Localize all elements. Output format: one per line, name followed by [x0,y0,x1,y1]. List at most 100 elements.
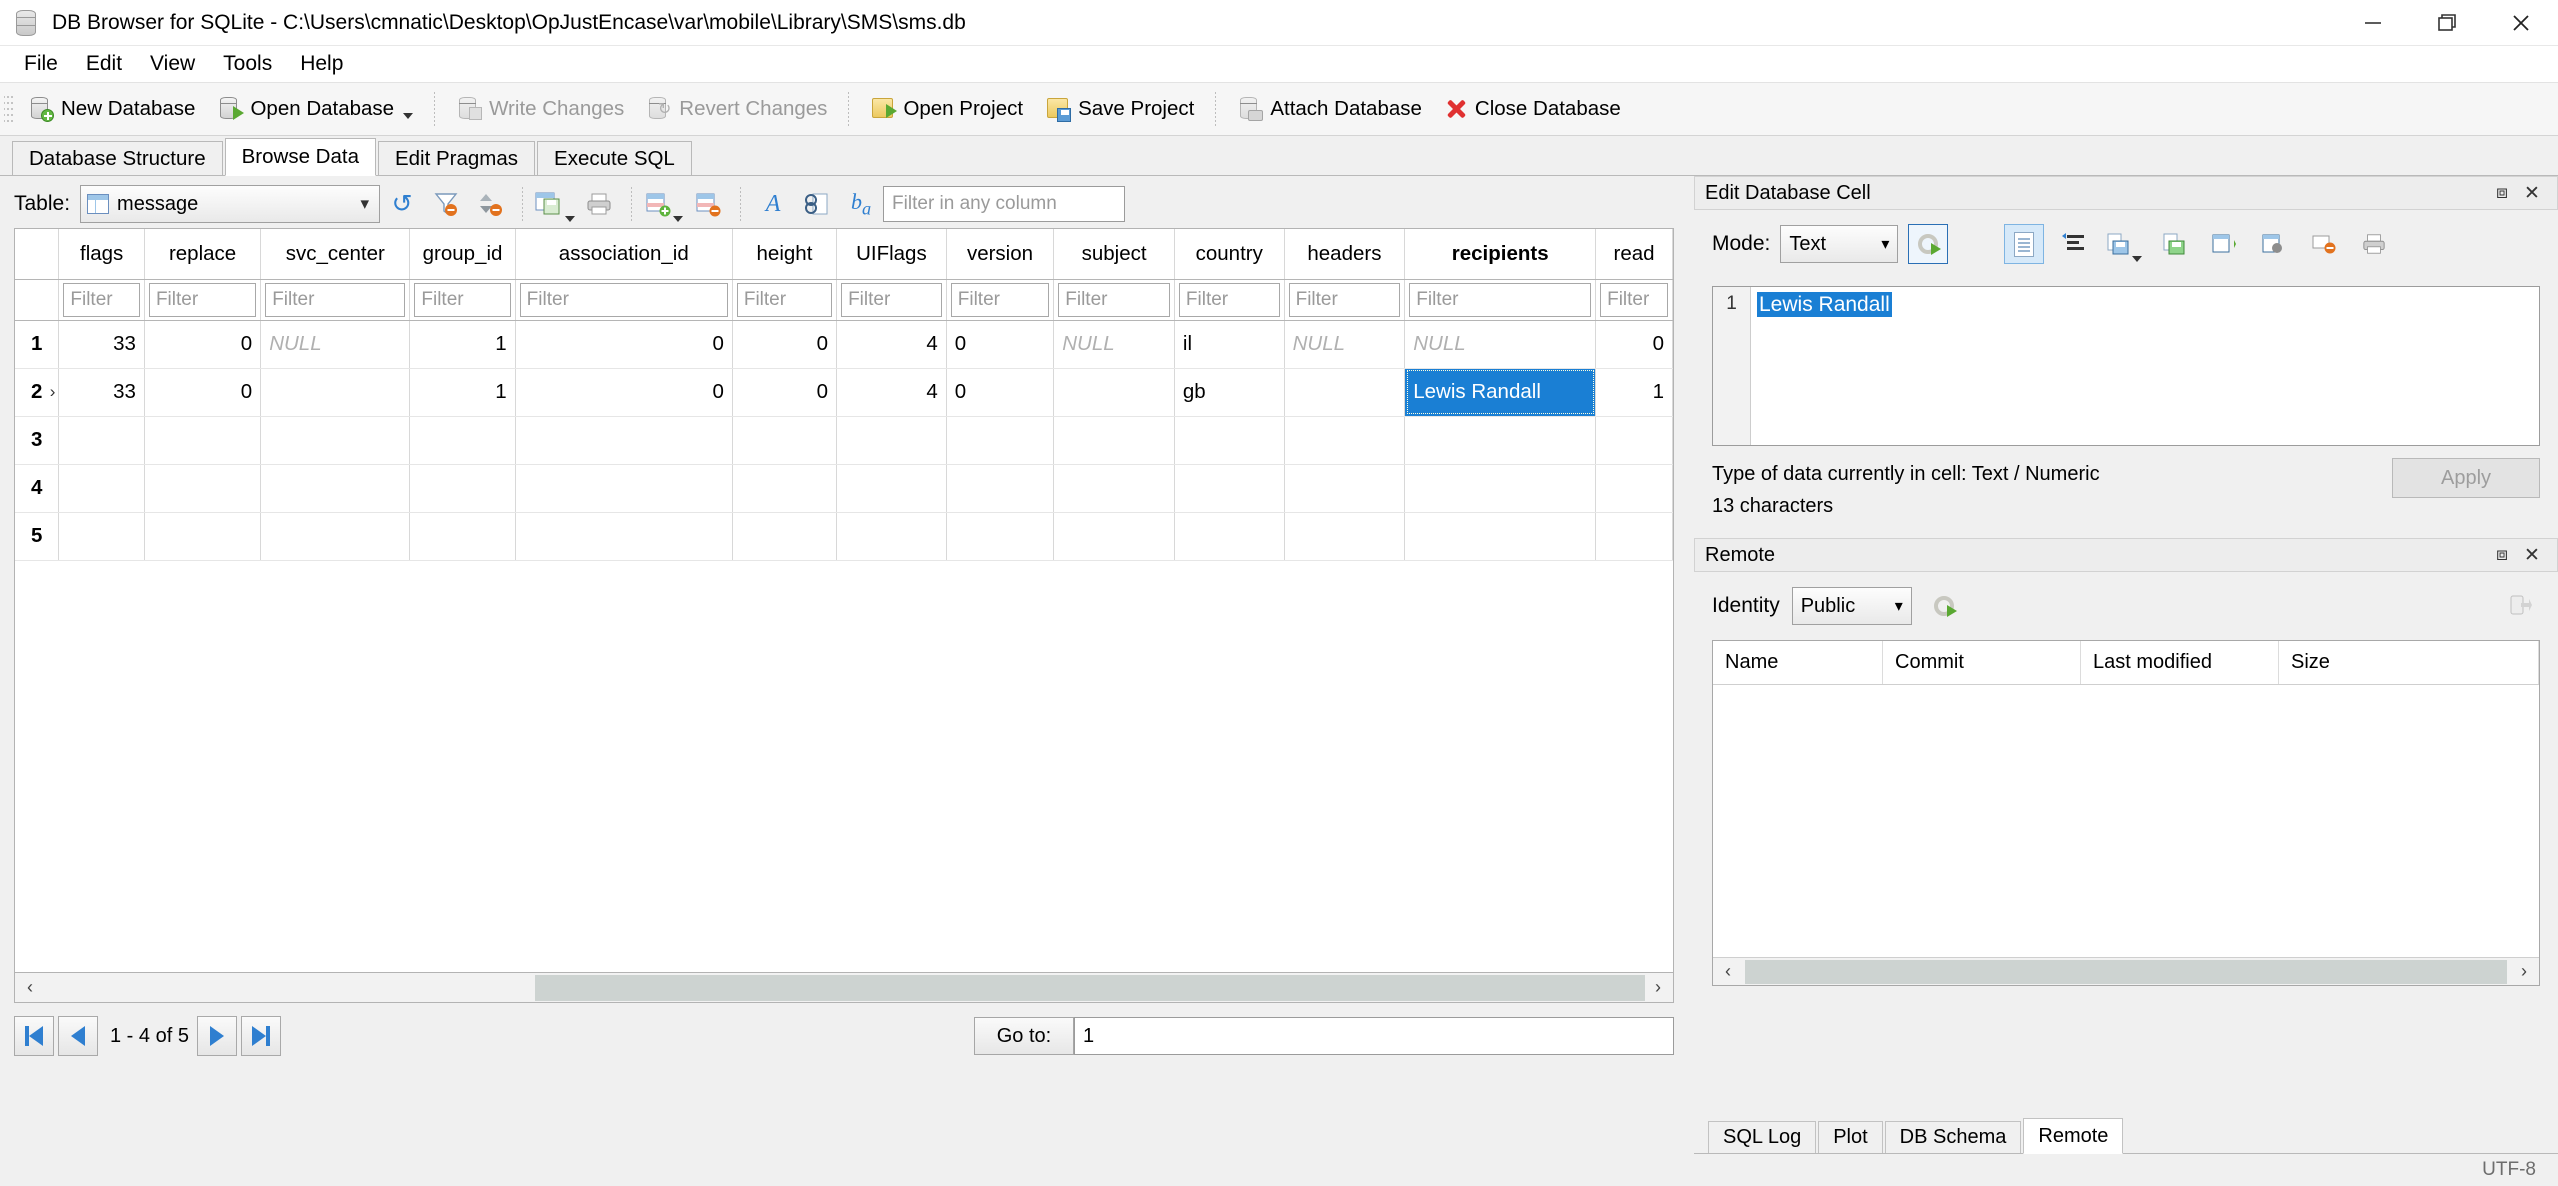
remote-column-commit[interactable]: Commit [1883,641,2081,684]
import-data-button[interactable] [2104,224,2144,264]
cell-headers[interactable] [1284,512,1406,561]
cell-country[interactable] [1174,416,1285,465]
apply-settings-button[interactable] [1908,224,1949,264]
cell-group_id[interactable] [409,512,516,561]
conditional-format-button[interactable]: ba [839,184,883,224]
goto-button[interactable]: Go to: [974,1017,1074,1055]
cell-association_id[interactable]: 0 [515,320,733,369]
cell-flags[interactable] [58,512,145,561]
column-header-group_id[interactable]: group_id [409,229,516,280]
column-header-version[interactable]: version [946,229,1055,280]
remote-column-size[interactable]: Size [2279,641,2539,684]
save-results-button[interactable] [533,184,577,224]
menu-tools[interactable]: Tools [209,49,286,79]
export-data-button[interactable] [2154,224,2194,264]
save-project-button[interactable]: Save Project [1034,88,1205,130]
menu-file[interactable]: File [10,49,72,79]
tab-db-schema[interactable]: DB Schema [1884,1121,2022,1153]
cell-flags[interactable]: 33 [58,368,145,417]
identity-select[interactable]: Public ▾ [1791,587,1912,625]
cell-svc_center[interactable] [260,416,411,465]
new-database-button[interactable]: New Database [17,88,206,130]
import-dropdown-icon[interactable] [2132,256,2143,262]
row-number[interactable]: 2 [15,368,60,417]
filter-input-country[interactable]: Filter [1178,282,1280,317]
cell-svc_center[interactable]: NULL [260,320,411,369]
column-header-read[interactable]: read [1595,229,1673,280]
cell-flags[interactable] [58,416,145,465]
cell-replace[interactable]: 0 [144,368,262,417]
remote-horizontal-scrollbar[interactable]: ‹ › [1713,957,2539,985]
cell-editor-text[interactable]: Lewis Randall [1751,287,1892,445]
filter-input-subject[interactable]: Filter [1058,282,1170,317]
scroll-track[interactable] [45,974,1645,1002]
delete-record-button[interactable] [686,184,730,224]
cell-recipients[interactable] [1404,464,1597,513]
cell-height[interactable] [732,416,838,465]
cell-replace[interactable] [144,416,262,465]
find-button[interactable] [795,184,839,224]
revert-changes-button[interactable]: ↻ Revert Changes [635,88,838,130]
cell-group_id[interactable]: 1 [409,320,516,369]
tab-database-structure[interactable]: Database Structure [12,141,223,175]
table-row[interactable]: 4 [15,464,1673,513]
filter-input-recipients[interactable]: Filter [1409,282,1592,317]
column-header-svc_center[interactable]: svc_center [260,229,411,280]
cell-subject[interactable] [1053,368,1175,417]
open-in-app-button[interactable] [2204,224,2244,264]
cell-subject[interactable] [1053,512,1175,561]
font-size-button[interactable]: A [751,184,795,224]
cell-flags[interactable] [58,464,145,513]
cell-recipients[interactable]: Lewis Randall [1404,368,1597,417]
cell-read[interactable] [1595,512,1673,561]
filter-input-svc_center[interactable]: Filter [265,282,406,317]
column-header-flags[interactable]: flags [58,229,145,280]
insert-record-button[interactable] [642,184,686,224]
identity-settings-button[interactable] [1924,586,1964,626]
menu-help[interactable]: Help [286,49,357,79]
cell-recipients[interactable]: NULL [1404,320,1597,369]
remote-scroll-right-icon[interactable]: › [2509,961,2539,982]
cell-replace[interactable] [144,512,262,561]
cell-version[interactable]: 0 [946,320,1055,369]
filter-input-headers[interactable]: Filter [1288,282,1401,317]
remote-column-last-modified[interactable]: Last modified [2081,641,2279,684]
write-changes-button[interactable]: Write Changes [445,88,635,130]
toolbar-grip[interactable] [4,92,13,126]
row-number[interactable]: 4 [15,464,60,513]
refresh-button[interactable]: ↺ [380,184,424,224]
cell-height[interactable] [732,512,838,561]
cell-association_id[interactable] [515,464,733,513]
filter-input-replace[interactable]: Filter [148,282,257,317]
cell-height[interactable] [732,464,838,513]
close-database-button[interactable]: Close Database [1433,88,1632,130]
word-wrap-button[interactable] [2054,224,2094,264]
tab-execute-sql[interactable]: Execute SQL [537,141,692,175]
cell-svc_center[interactable] [260,368,411,417]
tab-browse-data[interactable]: Browse Data [224,138,376,176]
filter-input-UIFlags[interactable]: Filter [841,282,942,317]
remote-scroll-thumb[interactable] [1745,959,2507,984]
cell-UIFlags[interactable] [836,464,947,513]
close-window-button[interactable] [2484,0,2558,46]
cell-subject[interactable]: NULL [1053,320,1175,369]
filter-input-height[interactable]: Filter [736,282,833,317]
scroll-thumb[interactable] [535,974,1645,1001]
save-results-dropdown-icon[interactable] [565,216,576,222]
grid-horizontal-scrollbar[interactable]: ‹ › [14,973,1674,1003]
next-page-button[interactable] [196,1016,237,1056]
cell-country[interactable]: il [1174,320,1285,369]
cell-version[interactable] [946,512,1055,561]
cell-group_id[interactable]: 1 [409,368,516,417]
print-cell-button[interactable] [2354,224,2394,264]
table-row[interactable]: 233010040gbLewis Randall1 [15,368,1673,417]
filter-input-flags[interactable]: Filter [63,282,140,317]
column-header-country[interactable]: country [1174,229,1285,280]
cell-association_id[interactable]: 0 [515,368,733,417]
open-database-dropdown-icon[interactable] [403,113,414,119]
cell-replace[interactable] [144,464,262,513]
edit-cell-undock-icon[interactable]: ⧈ [2487,182,2517,204]
clear-sorting-button[interactable] [468,184,512,224]
cell-height[interactable]: 0 [732,320,838,369]
cell-headers[interactable]: NULL [1284,320,1406,369]
